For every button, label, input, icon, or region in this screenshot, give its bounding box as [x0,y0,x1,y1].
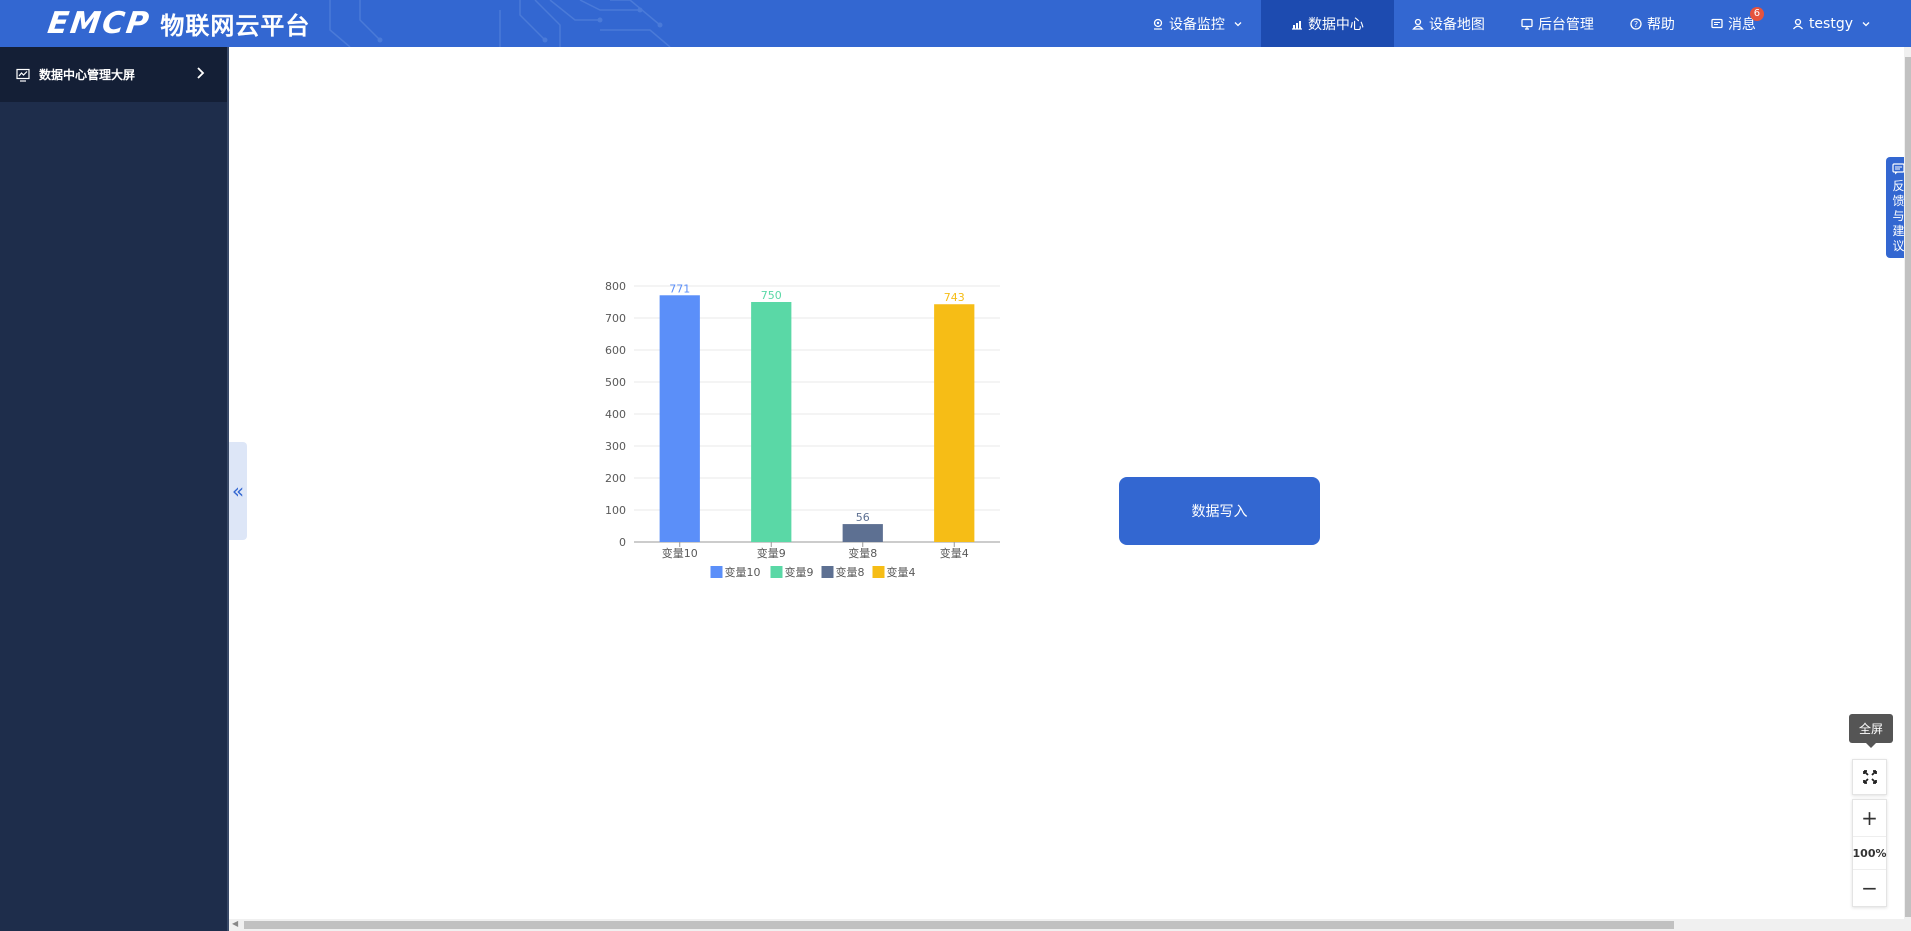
x-tick-label: 变量9 [757,546,786,560]
horizontal-scrollbar[interactable]: ◀ [229,919,1911,931]
double-chevron-left-icon: « [231,479,245,503]
sidebar: 数据中心管理大屏 [0,47,227,931]
fullscreen-button[interactable] [1852,759,1887,795]
legend-label: 变量8 [836,565,865,579]
user-map-icon [1412,18,1424,30]
chevron-right-icon [197,67,205,79]
bar [842,524,883,542]
svg-text:?: ? [1634,20,1638,29]
y-tick-label: 200 [605,472,626,485]
nav-help[interactable]: ? 帮助 [1612,0,1693,47]
dashboard-chart-icon [16,68,30,82]
vertical-scrollbar-thumb[interactable] [1905,57,1911,917]
fullscreen-tooltip: 全屏 [1849,714,1893,748]
y-tick-label: 800 [605,280,626,293]
y-tick-label: 0 [619,536,626,549]
bar [751,302,792,542]
nav-label: 帮助 [1646,16,1675,33]
user-icon [1792,18,1803,29]
monitor-icon [1521,18,1533,30]
nav-device-monitor[interactable]: 设备监控 [1134,0,1261,47]
zoom-controls: + 100% − [1852,799,1887,907]
username: testgy [1808,15,1853,32]
help-circle-icon: ? [1630,17,1642,30]
nav-device-map[interactable]: 设备地图 [1394,0,1503,47]
message-count-badge: 6 [1749,7,1764,21]
logo-mark: EMCP [45,5,153,41]
legend-swatch [872,566,885,578]
sidebar-collapse-button[interactable]: « [229,442,247,540]
zoom-level: 100% [1853,836,1887,870]
zoom-in-button[interactable]: + [1853,800,1886,836]
vertical-scrollbar[interactable] [1904,47,1911,920]
bar-chart: 0 100 200 300 400 500 600 700 800 771 变量10 750 变量9 56… [605,280,1000,579]
data-label: 743 [944,291,965,304]
main-nav: 设备监控 数据中心 设备地图 后台管理 ? 帮助 消息 6 testgy [1134,0,1911,47]
legend-label: 变量10 [725,565,761,579]
legend-label: 变量9 [785,565,814,579]
chevron-down-icon [1234,21,1242,26]
data-label: 771 [669,282,690,295]
y-tick-label: 400 [605,408,626,421]
nav-user-menu[interactable]: testgy [1774,0,1911,47]
bar [934,304,975,542]
y-tick-label: 700 [605,312,626,325]
feedback-label: 反馈与建议 [1892,179,1905,253]
zoom-out-button[interactable]: − [1853,870,1886,906]
legend-swatch [710,566,723,578]
legend-label: 变量4 [887,565,916,579]
legend-swatch [821,566,834,578]
bar [659,295,700,542]
nav-label: 设备监控 [1168,16,1225,33]
logo-text: 物联网云平台 [160,11,311,40]
y-tick-label: 600 [605,344,626,357]
location-pin-icon [1153,18,1163,30]
bar-chart-icon [1291,20,1302,30]
top-header: EMCP 物联网云平台 设备监控 数据中心 设备地图 后台管理 ? 帮助 消息 … [0,0,1911,47]
y-tick-label: 100 [605,504,626,517]
nav-label: 数据中心 [1307,16,1364,33]
nav-label: 设备地图 [1428,16,1485,33]
x-tick-label: 变量10 [662,546,698,560]
scroll-left-arrow-icon[interactable]: ◀ [232,919,238,928]
y-tick-label: 300 [605,440,626,453]
y-tick-label: 500 [605,376,626,389]
data-label: 750 [761,289,782,302]
brand-logo[interactable]: EMCP 物联网云平台 [45,5,311,41]
nav-admin[interactable]: 后台管理 [1503,0,1612,47]
sidebar-item-dashboard[interactable]: 数据中心管理大屏 [0,47,227,102]
nav-messages[interactable]: 消息 6 [1693,0,1774,47]
nav-label: 后台管理 [1537,16,1594,33]
horizontal-scrollbar-thumb[interactable] [244,921,1674,929]
x-tick-label: 变量8 [848,546,877,560]
message-icon [1711,18,1723,28]
x-tick-label: 变量4 [940,546,969,560]
data-label: 56 [856,511,870,524]
legend-swatch [770,566,783,578]
fullscreen-icon [1862,770,1877,784]
data-write-button[interactable]: 数据写入 [1119,477,1320,545]
nav-data-center[interactable]: 数据中心 [1260,0,1394,47]
sidebar-item-label: 数据中心管理大屏 [39,68,136,82]
chevron-down-icon [1862,21,1870,26]
